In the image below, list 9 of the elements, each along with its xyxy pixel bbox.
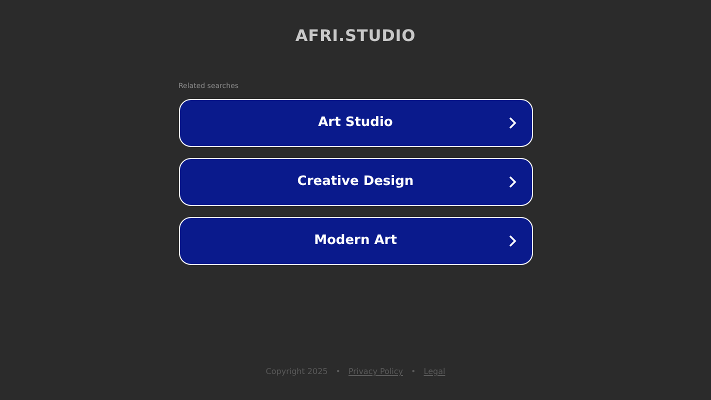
separator-dot: • [336,366,340,378]
search-link[interactable]: Art Studio [178,98,532,146]
chevron-right-icon [506,116,516,128]
search-link[interactable]: Creative Design [178,158,532,206]
chevron-right-icon [506,234,516,246]
search-link[interactable]: Modern Art [178,216,532,264]
site-title: AFRI.STUDIO [295,25,416,47]
chevron-right-icon [506,176,516,188]
separator-dot: • [411,366,416,378]
